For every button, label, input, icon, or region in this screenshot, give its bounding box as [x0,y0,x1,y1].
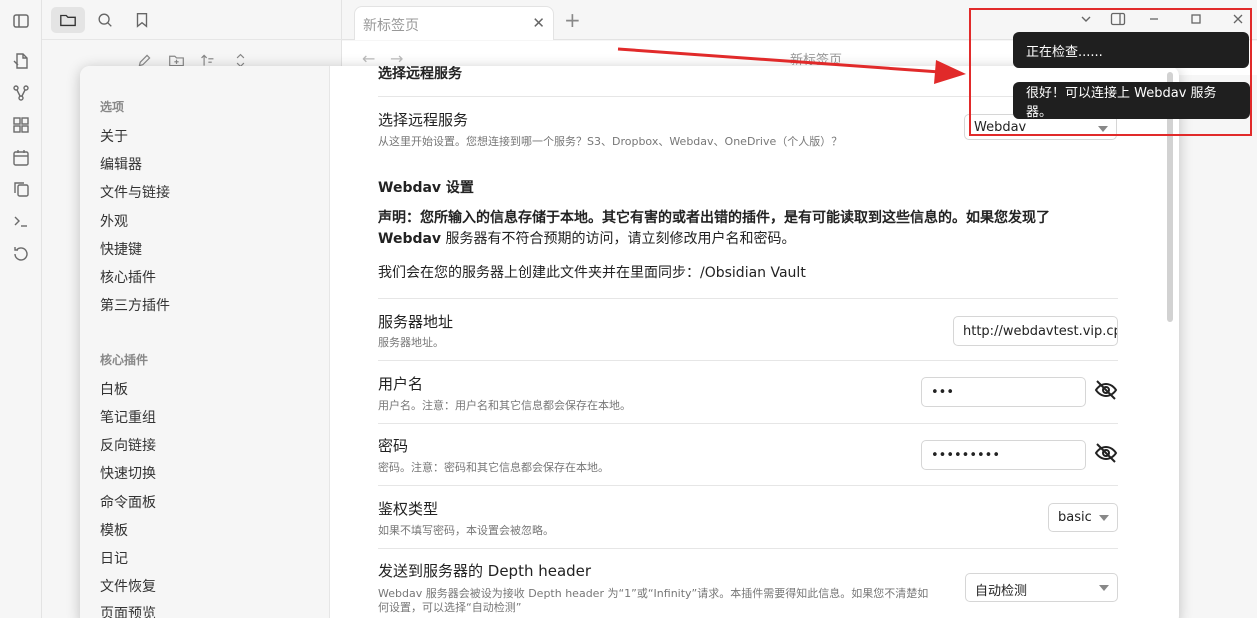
search-icon[interactable] [88,7,122,33]
depth-header-label: 发送到服务器的 Depth header [378,562,592,580]
copy-icon[interactable] [11,179,31,199]
settings-nav-editor[interactable]: 编辑器 [100,154,142,174]
tab-title: 新标签页 [363,18,419,34]
chevron-down-icon [1099,515,1109,521]
close-icon[interactable]: ✕ [532,14,545,32]
settings-nav-appearance[interactable]: 外观 [100,211,128,231]
disclaimer-lead: 声明：您所输入的信息存储于本地。其它有害的或者出错的插件，是有可能读取到这些信息… [378,210,1050,226]
section-title-core-plugins: 核心插件 [100,353,149,367]
settings-nav-files-links[interactable]: 文件与链接 [100,182,170,202]
settings-nav-page-preview[interactable]: 页面预览 [100,603,156,618]
disclaimer-text: 声明：您所输入的信息存储于本地。其它有害的或者出错的插件，是有可能读取到这些信息… [378,208,1118,250]
depth-header-value: 自动检测 [975,584,1028,599]
calendar-icon[interactable] [11,148,31,168]
username-input[interactable]: ••• [921,377,1086,407]
eye-off-icon[interactable] [1094,378,1118,402]
settings-nav-core-plugins[interactable]: 核心插件 [100,267,156,287]
auth-type-select[interactable]: basic [1048,503,1118,532]
settings-nav-daily-notes[interactable]: 日记 [100,548,128,568]
username-desc: 用户名。注意：用户名和其它信息都会保存在本地。 [378,399,631,412]
password-label: 密码 [378,437,409,455]
canvas-icon[interactable] [11,115,31,135]
settings-nav-about[interactable]: 关于 [100,126,128,146]
settings-nav-hotkeys[interactable]: 快捷键 [100,239,142,259]
settings-sidebar: 选项 关于 编辑器 文件与链接 外观 快捷键 核心插件 第三方插件 核心插件 白… [80,66,330,618]
password-input[interactable]: ••••••••• [921,440,1086,470]
sidebar-toggle-icon[interactable] [11,11,31,31]
settings-nav-note-composer[interactable]: 笔记重组 [100,407,156,427]
bookmark-icon[interactable] [125,7,159,33]
settings-modal: 选项 关于 编辑器 文件与链接 外观 快捷键 核心插件 第三方插件 核心插件 白… [80,66,1179,618]
left-panel-tabs [42,0,342,40]
new-note-icon[interactable] [11,51,31,71]
disclaimer-tail: 服务器有不符合预期的访问，请立刻修改用户名和密码。 [441,231,796,247]
settings-nav-templates[interactable]: 模板 [100,520,128,540]
divider [378,485,1118,486]
settings-nav-file-recovery[interactable]: 文件恢复 [100,576,156,596]
section-title-options: 选项 [100,100,125,114]
password-desc: 密码。注意：密码和其它信息都会保存在本地。 [378,461,609,474]
settings-content: 选择远程服务 选择远程服务 从这里开始设置。您想连接到哪一个服务？S3、Drop… [330,66,1179,618]
remote-service-label: 选择远程服务 [378,111,469,129]
webdav-settings-heading: Webdav 设置 [378,180,474,196]
server-address-label: 服务器地址 [378,313,454,331]
section-heading-remote: 选择远程服务 [378,66,462,82]
folder-note: 我们会在您的服务器上创建此文件夹并在里面同步：/Obsidian Vault [378,265,806,281]
tab-new-tab[interactable]: 新标签页 ✕ [354,6,554,40]
chevron-down-icon [1099,585,1109,591]
auth-type-label: 鉴权类型 [378,500,439,518]
server-address-desc: 服务器地址。 [378,336,444,349]
depth-header-select[interactable]: 自动检测 [965,573,1118,602]
divider [378,423,1118,424]
divider [378,548,1118,549]
settings-nav-community-plugins[interactable]: 第三方插件 [100,295,170,315]
terminal-icon[interactable] [11,211,31,231]
new-tab-icon[interactable]: + [564,8,581,32]
settings-nav-quick-switcher[interactable]: 快速切换 [100,463,156,483]
server-address-input[interactable]: http://webdavtest.vip.cpo [953,316,1118,346]
disclaimer-brand: Webdav [378,231,442,247]
history-icon[interactable] [11,244,31,264]
annotation-box [969,8,1252,136]
auth-type-value: basic [1058,510,1092,525]
eye-off-icon[interactable] [1094,441,1118,465]
depth-header-desc-2: 何设置，可以选择“自动检测” [378,601,522,614]
ribbon [0,0,42,618]
remote-service-desc: 从这里开始设置。您想连接到哪一个服务？S3、Dropbox、Webdav、One… [378,135,843,148]
divider [378,360,1118,361]
divider [378,298,1118,299]
settings-nav-backlinks[interactable]: 反向链接 [100,435,156,455]
file-explorer-icon[interactable] [51,7,85,33]
username-label: 用户名 [378,375,424,393]
settings-nav-command-palette[interactable]: 命令面板 [100,492,156,512]
settings-nav-canvas[interactable]: 白板 [100,379,128,399]
auth-type-desc: 如果不填写密码，本设置会被忽略。 [378,524,554,537]
graph-view-icon[interactable] [11,83,31,103]
